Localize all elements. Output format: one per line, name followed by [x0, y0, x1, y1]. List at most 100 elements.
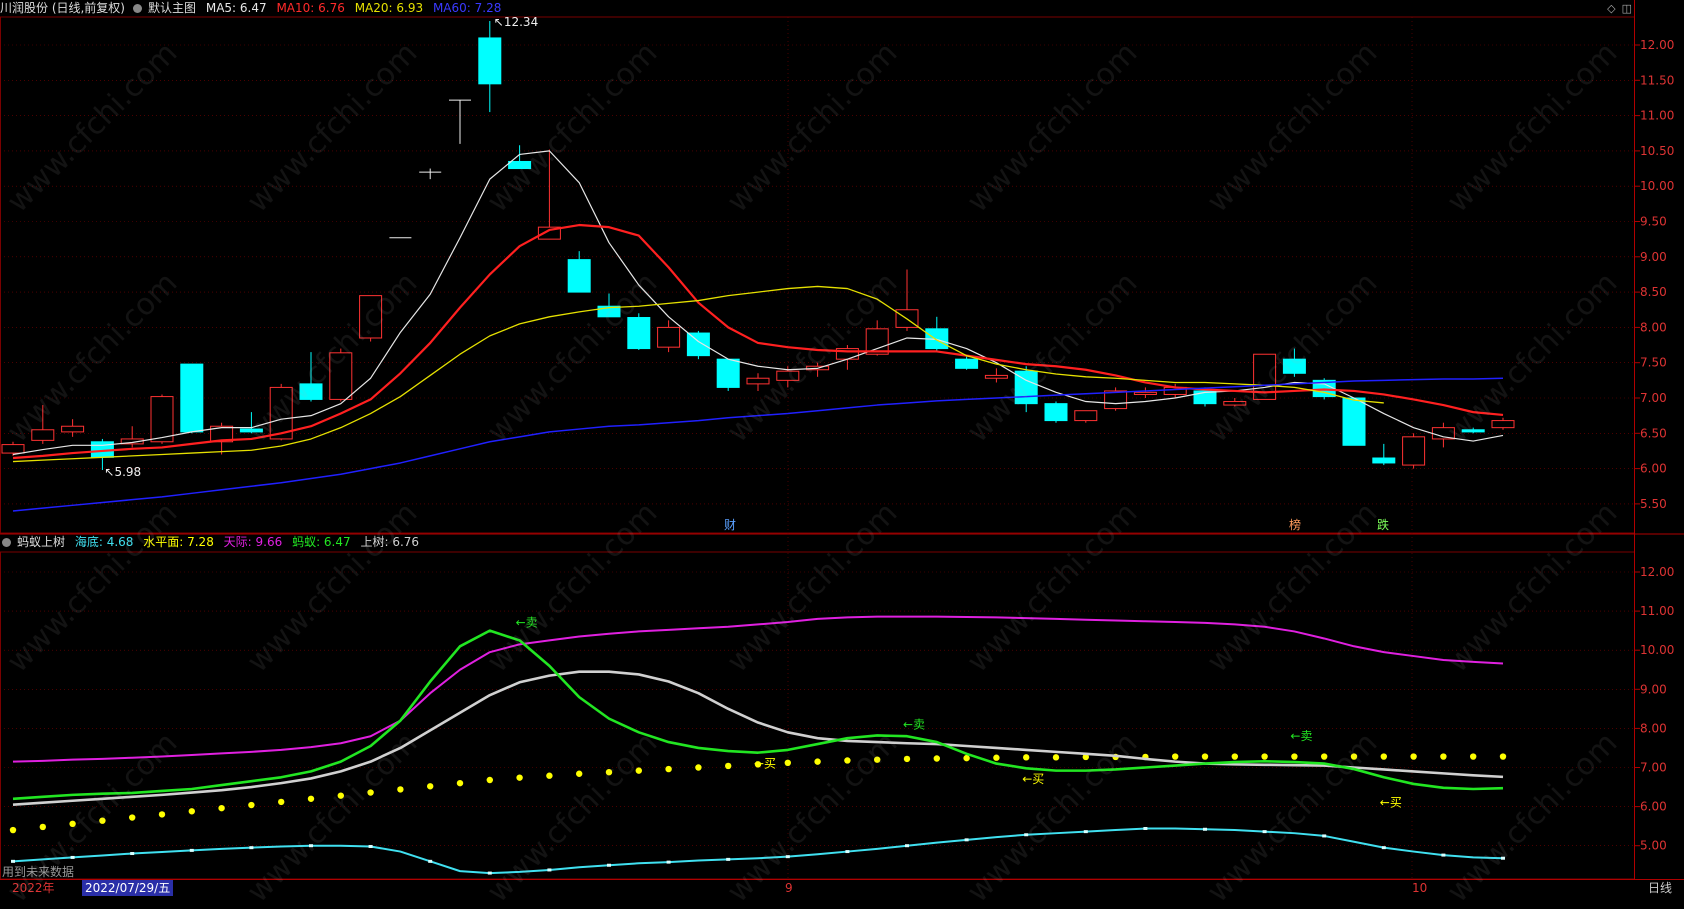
- candle: [627, 313, 651, 350]
- cursor-date-label: 2022/07/29/五: [82, 880, 174, 896]
- main-chart-header: 川润股份 (日线,前复权) 默认主图 MA5: 6.47 MA10: 6.76 M…: [0, 0, 507, 16]
- candle: [597, 293, 621, 318]
- shuiping-dot: [784, 759, 791, 767]
- shuiping-dot: [516, 774, 523, 781]
- candle-body: [984, 374, 1008, 379]
- stock-title[interactable]: 川润股份 (日线,前复权): [0, 1, 125, 15]
- indicator-title[interactable]: 蚂蚁上树: [17, 535, 65, 549]
- shuiping-dot: [695, 764, 702, 771]
- price-tick-label: 9.50: [1640, 215, 1667, 229]
- indicator-tick-label: 6.00: [1640, 800, 1667, 814]
- candle: [1074, 410, 1098, 423]
- price-tick-label: 8.50: [1640, 285, 1667, 299]
- shuiping-dot: [1350, 753, 1358, 760]
- ma10-line: [12, 223, 1504, 460]
- haidi-line: [12, 827, 1504, 875]
- shuiping-dot: [1440, 753, 1447, 760]
- candle-body: [61, 425, 85, 433]
- shuiping-dot: [397, 786, 404, 793]
- shuiping-dot: [337, 792, 344, 799]
- candle: [716, 358, 740, 391]
- preset-label[interactable]: 默认主图: [148, 1, 196, 15]
- candle: [61, 419, 85, 437]
- candle-body: [1, 444, 25, 454]
- haidi-marker: [428, 859, 433, 863]
- haidi-marker: [249, 846, 254, 850]
- high-price-label: ↖12.34: [494, 15, 538, 29]
- price-tick-label: 5.50: [1640, 497, 1667, 511]
- candle: [1372, 443, 1396, 466]
- price-tick-label: 11.50: [1640, 73, 1674, 87]
- candle-body: [1282, 358, 1306, 374]
- haidi-marker: [309, 844, 313, 848]
- haidi-marker: [1024, 833, 1029, 837]
- candle: [1282, 348, 1306, 377]
- haidi-marker: [1262, 830, 1267, 834]
- candle-body: [31, 429, 55, 441]
- shuiping-dot: [903, 755, 911, 763]
- plot-svg[interactable]: 12.00 11.50 11.00 10.50 10.00 9.50 9.00 8.50 8.0…: [0, 0, 1684, 896]
- haidi-marker: [1322, 834, 1327, 838]
- indicator-tick-label: 10.00: [1640, 643, 1674, 657]
- price-tick-label: 7.50: [1640, 356, 1667, 370]
- shuiping-dot: [814, 758, 821, 765]
- price-tick-label: 6.00: [1640, 462, 1667, 476]
- future-data-note: 用到未来数据: [2, 865, 75, 879]
- shuiping-dot: [1321, 753, 1328, 760]
- candle: [1133, 387, 1157, 398]
- shuiping-dot: [456, 779, 464, 787]
- indicator-tick-label: 7.00: [1640, 761, 1667, 775]
- shuiping-dot: [605, 768, 613, 776]
- shuiping-dot: [1380, 753, 1388, 760]
- candle: [746, 373, 770, 391]
- haidi-marker: [845, 850, 850, 854]
- indicator-icon[interactable]: [2, 538, 11, 547]
- shuiping-dot: [1470, 753, 1477, 760]
- diamond-icon[interactable]: ◇: [1607, 2, 1615, 15]
- candle: [329, 348, 353, 402]
- candle-body: [1104, 390, 1128, 410]
- shuiping-dot: [158, 811, 166, 818]
- indicator-tick-label: 12.00: [1640, 565, 1674, 579]
- maximize-icon[interactable]: ◫: [1622, 2, 1632, 15]
- candle: [657, 320, 681, 353]
- shuiping-dot: [844, 757, 851, 764]
- candle-body: [1461, 429, 1485, 433]
- candle-body: [329, 352, 353, 400]
- haidi-marker: [1381, 846, 1386, 850]
- candle: [1461, 427, 1485, 434]
- price-tick-label: 8.00: [1640, 320, 1667, 334]
- shuiping-dot: [1052, 754, 1060, 761]
- period-selector[interactable]: 日线: [1648, 880, 1672, 896]
- indicator-header: 蚂蚁上树 海底: 4.68 水平面: 7.28 天际: 9.66 蚂蚁: 6.4…: [0, 534, 425, 550]
- haidi-marker: [1441, 853, 1446, 857]
- candle-body: [746, 377, 770, 385]
- shuiping-dot: [278, 798, 285, 806]
- haidi-marker: [666, 860, 671, 864]
- shuiping-dot: [486, 776, 493, 784]
- shuiping-dot: [546, 772, 553, 779]
- preset-icon[interactable]: [133, 4, 142, 13]
- signal-label: ←买: [754, 757, 776, 771]
- mayi-line: [12, 629, 1504, 801]
- candle-body: [150, 396, 174, 443]
- candle: [508, 145, 532, 170]
- candle-body: [1402, 436, 1426, 466]
- ma10-legend: MA10: 6.76: [276, 1, 345, 15]
- haidi-legend: 海底: 4.68: [74, 535, 134, 549]
- shuiping-dot: [576, 770, 583, 777]
- haidi-marker: [1083, 830, 1088, 834]
- haidi-marker: [130, 852, 135, 856]
- event-marker: 榜: [1289, 517, 1301, 532]
- haidi-marker: [1203, 827, 1207, 831]
- candle: [1223, 398, 1247, 407]
- candle: [1044, 401, 1068, 423]
- ma60-legend: MA60: 7.28: [432, 1, 502, 15]
- price-tick-label: 10.50: [1640, 144, 1674, 158]
- candle-body: [1133, 391, 1157, 395]
- price-tick-label: 9.00: [1640, 250, 1667, 264]
- chart-canvas[interactable]: 12.00 11.50 11.00 10.50 10.00 9.50 9.00 8.50 8.0…: [0, 0, 1684, 909]
- shuiping-legend: 水平面: 7.28: [143, 535, 214, 549]
- candle-body: [478, 37, 502, 85]
- indicator-pane-frame: [0, 551, 1635, 880]
